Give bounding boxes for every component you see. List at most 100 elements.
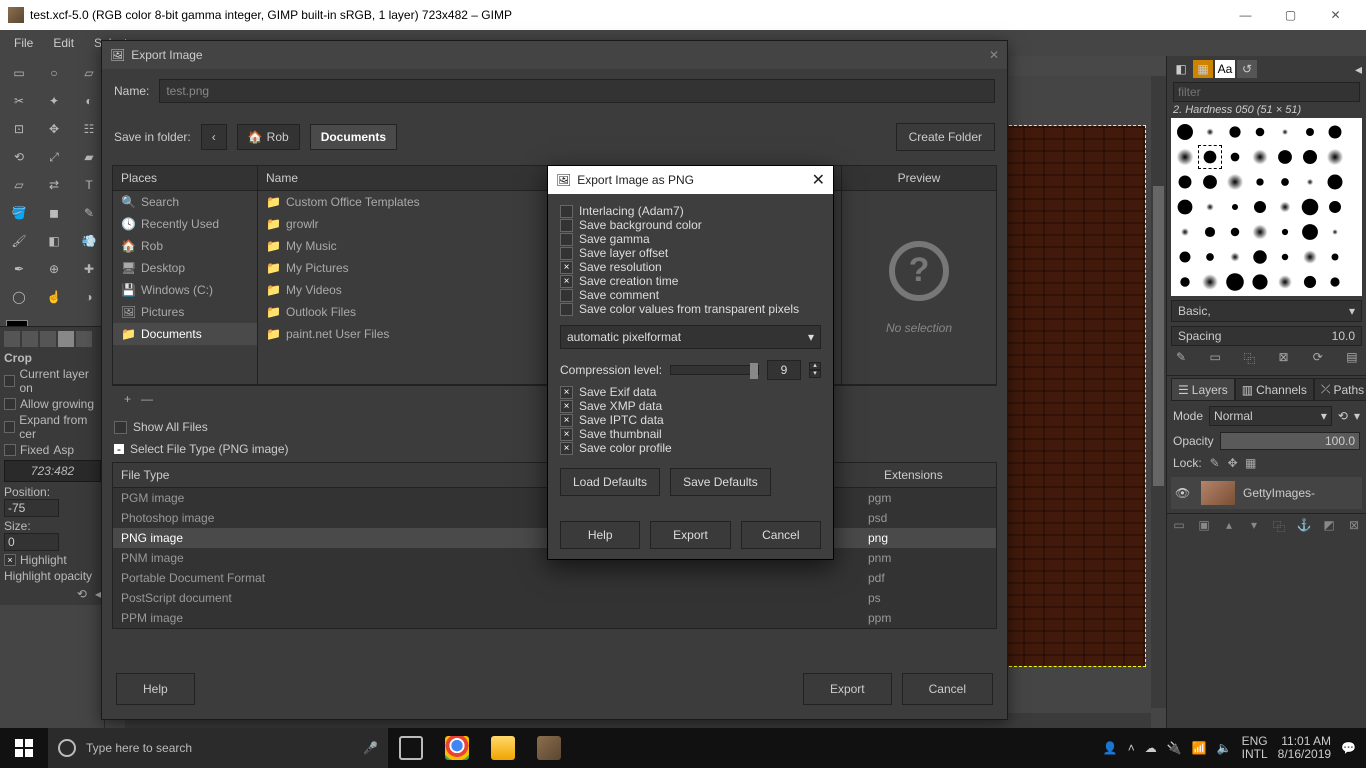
raise-layer-icon[interactable]: ▴: [1221, 518, 1237, 535]
brush-cell[interactable]: [1273, 120, 1297, 144]
tab-paths[interactable]: ⤫Paths: [1314, 378, 1366, 401]
opt-tab-1[interactable]: [4, 331, 20, 347]
brush-cell[interactable]: [1298, 245, 1322, 269]
lower-layer-icon[interactable]: ▾: [1246, 518, 1262, 535]
export-cancel-button[interactable]: Cancel: [902, 673, 993, 705]
tab-brushes-icon[interactable]: ◧: [1171, 60, 1191, 78]
new-brush-icon[interactable]: ▭: [1207, 350, 1223, 367]
export-dialog-titlebar[interactable]: 🖼 Export Image ✕: [102, 41, 1007, 69]
dock-menu-icon[interactable]: ◂: [1355, 61, 1362, 78]
tool-clone[interactable]: ⊕: [39, 256, 69, 282]
tray-onedrive-icon[interactable]: ☁: [1145, 741, 1157, 755]
brush-cell[interactable]: [1248, 245, 1272, 269]
chk-fixed[interactable]: [4, 444, 16, 456]
tab-fonts-icon[interactable]: Aa: [1215, 60, 1235, 78]
ratio-value[interactable]: 723:482: [4, 460, 101, 482]
pixelformat-select[interactable]: automatic pixelformat: [560, 325, 821, 349]
tool-flip[interactable]: ⇄: [39, 172, 69, 198]
brush-cell[interactable]: [1273, 195, 1297, 219]
tool-airbrush[interactable]: 💨: [74, 228, 104, 254]
chk-expand[interactable]: [4, 421, 15, 433]
dialog-close-icon[interactable]: ✕: [989, 48, 999, 62]
filename-input[interactable]: [159, 79, 995, 103]
checkbox[interactable]: [560, 386, 573, 399]
brush-cell[interactable]: [1273, 220, 1297, 244]
menu-file[interactable]: File: [4, 32, 43, 54]
png-export-button[interactable]: Export: [650, 521, 730, 549]
opacity-slider[interactable]: 100.0: [1220, 432, 1360, 450]
checkbox[interactable]: [560, 205, 573, 218]
save-defaults-button[interactable]: Save Defaults: [670, 468, 771, 496]
tool-text[interactable]: T: [74, 172, 104, 198]
tool-pencil[interactable]: ✎: [74, 200, 104, 226]
checkbox[interactable]: [560, 275, 573, 288]
brush-cell[interactable]: [1298, 195, 1322, 219]
opt-tab-5[interactable]: [76, 331, 92, 347]
brush-cell[interactable]: [1248, 220, 1272, 244]
brush-cell[interactable]: [1223, 270, 1247, 294]
tray-clock[interactable]: 11:01 AM8/16/2019: [1278, 735, 1331, 761]
brush-cell[interactable]: [1198, 145, 1222, 169]
checkbox[interactable]: [560, 289, 573, 302]
brush-preset-select[interactable]: Basic,: [1171, 300, 1362, 322]
reset-icon[interactable]: ⟲: [77, 587, 87, 601]
brush-cell[interactable]: [1223, 220, 1247, 244]
place-item[interactable]: 🏠Rob: [113, 235, 257, 257]
tool-move[interactable]: ✥: [39, 116, 69, 142]
duplicate-layer-icon[interactable]: ⿻: [1271, 518, 1287, 535]
png-dialog-titlebar[interactable]: 🖼 Export Image as PNG ✕: [548, 166, 833, 194]
mic-icon[interactable]: 🎤: [363, 741, 378, 755]
tray-volume-icon[interactable]: 🔈: [1217, 741, 1232, 755]
brush-cell[interactable]: [1173, 220, 1197, 244]
taskbar-search[interactable]: Type here to search🎤: [48, 728, 388, 768]
edit-brush-icon[interactable]: ✎: [1173, 350, 1189, 367]
brush-cell[interactable]: [1273, 170, 1297, 194]
delete-brush-icon[interactable]: ⊠: [1276, 350, 1292, 367]
refresh-brush-icon[interactable]: ⟳: [1310, 350, 1326, 367]
merge-layer-icon[interactable]: ⚓: [1296, 518, 1312, 535]
opt-tab-4[interactable]: [58, 331, 74, 347]
duplicate-brush-icon[interactable]: ⿻: [1241, 350, 1257, 367]
tool-fuzzy-select[interactable]: ✦: [39, 88, 69, 114]
tool-gradient[interactable]: ◼: [39, 200, 69, 226]
layer-group-icon[interactable]: ▣: [1196, 518, 1212, 535]
tool-crop[interactable]: ⊡: [4, 116, 34, 142]
checkbox[interactable]: [560, 442, 573, 455]
brush-cell[interactable]: [1323, 170, 1347, 194]
brush-cell[interactable]: [1273, 145, 1297, 169]
brush-cell[interactable]: [1198, 170, 1222, 194]
png-dialog-close-icon[interactable]: ✕: [812, 170, 825, 190]
compression-slider[interactable]: [670, 365, 759, 375]
place-item[interactable]: 🖼Pictures: [113, 301, 257, 323]
checkbox[interactable]: [560, 219, 573, 232]
lock-position-icon[interactable]: ✥: [1226, 456, 1240, 470]
brush-cell[interactable]: [1223, 120, 1247, 144]
tool-scale[interactable]: ⤢: [39, 144, 69, 170]
tool-by-color[interactable]: ◐: [74, 88, 104, 114]
new-layer-icon[interactable]: ▭: [1171, 518, 1187, 535]
path-seg-documents[interactable]: Documents: [310, 124, 397, 150]
brush-cell[interactable]: [1248, 270, 1272, 294]
tool-smudge[interactable]: ☝: [39, 284, 69, 310]
delete-layer-icon[interactable]: ⊠: [1346, 518, 1362, 535]
brush-cell[interactable]: [1198, 270, 1222, 294]
create-folder-button[interactable]: Create Folder: [896, 123, 995, 151]
brush-cell[interactable]: [1223, 195, 1247, 219]
lock-pixels-icon[interactable]: ✎: [1208, 456, 1222, 470]
tool-eraser[interactable]: ◧: [39, 228, 69, 254]
brush-cell[interactable]: [1298, 120, 1322, 144]
tray-wifi-icon[interactable]: 📶: [1192, 741, 1207, 755]
brush-cell[interactable]: [1298, 170, 1322, 194]
mode-select[interactable]: Normal: [1209, 406, 1332, 426]
brush-cell[interactable]: [1173, 195, 1197, 219]
brush-cell[interactable]: [1223, 145, 1247, 169]
place-item[interactable]: 🔍Search: [113, 191, 257, 213]
menu-edit[interactable]: Edit: [43, 32, 84, 54]
mask-layer-icon[interactable]: ◩: [1321, 518, 1337, 535]
checkbox[interactable]: [560, 303, 573, 316]
brush-cell[interactable]: [1248, 170, 1272, 194]
load-defaults-button[interactable]: Load Defaults: [560, 468, 660, 496]
tab-history-icon[interactable]: ↺: [1237, 60, 1257, 78]
chk-allow-growing[interactable]: [4, 398, 16, 410]
compression-up[interactable]: ▴: [809, 362, 821, 370]
